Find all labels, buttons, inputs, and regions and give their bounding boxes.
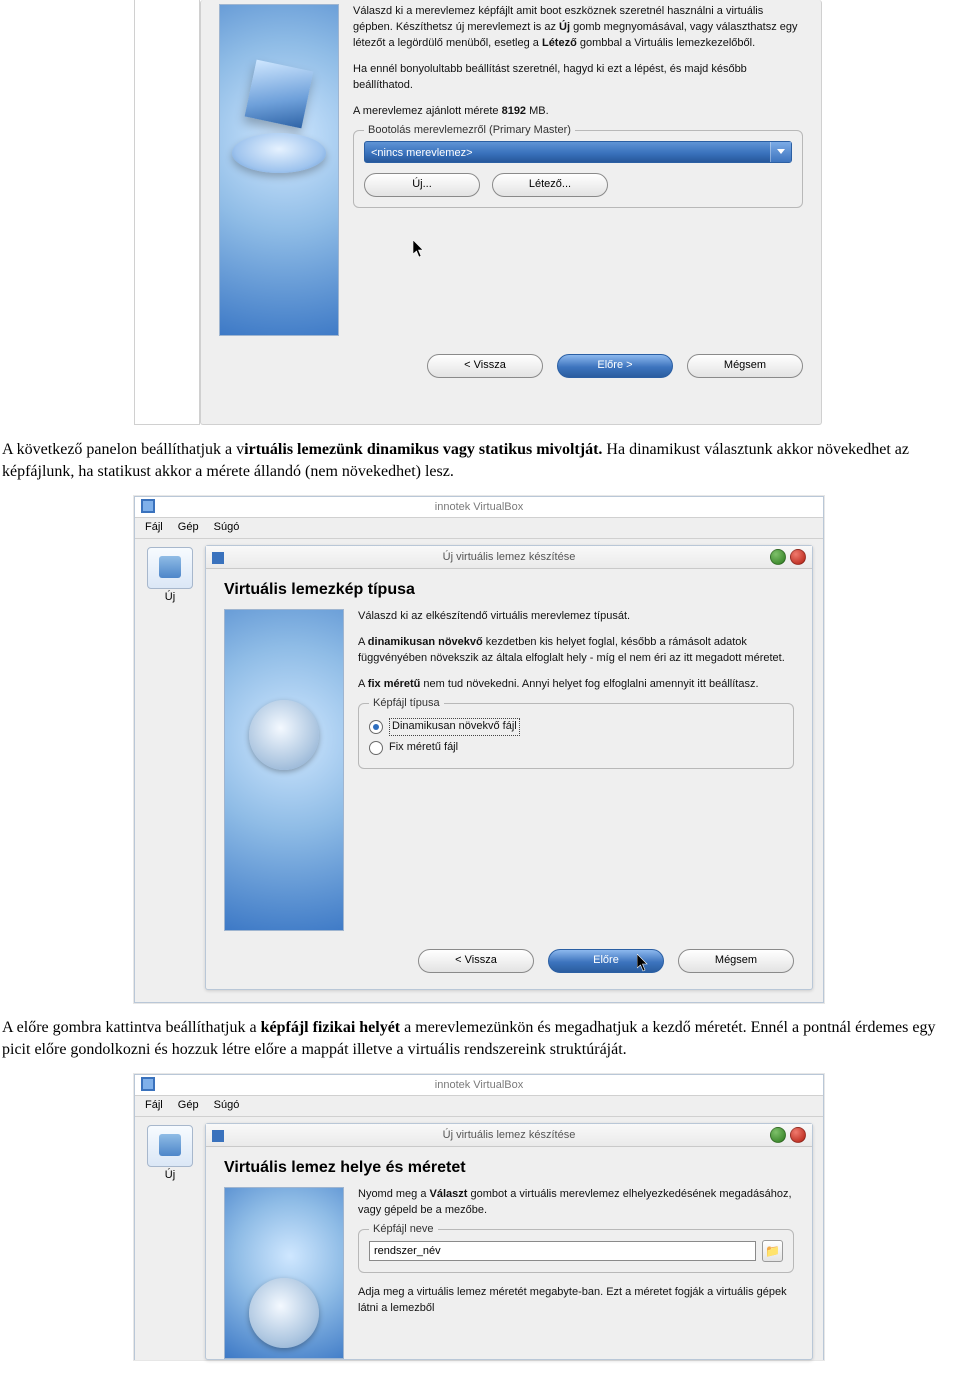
next-button[interactable]: Előre >: [557, 354, 673, 378]
virtualbox-window-3: innotek VirtualBox Fájl Gép Súgó Új Új v…: [134, 1074, 824, 1360]
radio-icon: [369, 741, 383, 755]
dialog3-para1: Nyomd meg a Választ gombot a virtuális m…: [358, 1187, 794, 1219]
groupbox-legend: Bootolás merevlemezről (Primary Master): [364, 123, 575, 139]
dialog-title-text: Új virtuális lemez készítése: [443, 1129, 576, 1141]
app-icon: [141, 499, 155, 513]
menu-file[interactable]: Fájl: [141, 1096, 171, 1111]
dialog-heading: Virtuális lemez helye és méretet: [224, 1159, 794, 1177]
dialog-titlebar: Új virtuális lemez készítése: [206, 1124, 812, 1147]
browse-button[interactable]: 📁: [762, 1240, 783, 1262]
cancel-button[interactable]: Mégsem: [678, 949, 794, 973]
app-title-text: innotek VirtualBox: [435, 501, 523, 513]
image-name-groupbox: Képfájl neve 📁: [358, 1229, 794, 1273]
dialog2-para2: A dinamikusan növekvő kezdetben kis hely…: [358, 635, 794, 667]
dialog3-para2: Adja meg a virtuális lemez méretét megab…: [358, 1285, 794, 1317]
radio-dynamic-label: Dinamikusan növekvő fájl: [389, 718, 520, 736]
dialog-title-icon: [212, 1128, 224, 1140]
dialog1-para3: A merevlemez ajánlott mérete 8192 MB.: [353, 104, 803, 120]
app-icon: [141, 1077, 155, 1091]
radio-dynamic[interactable]: Dinamikusan növekvő fájl: [369, 718, 783, 736]
menu-help[interactable]: Súgó: [210, 518, 248, 533]
menu-machine[interactable]: Gép: [174, 1096, 207, 1111]
back-button[interactable]: < Vissza: [418, 949, 534, 973]
image-name-input[interactable]: [369, 1241, 756, 1261]
radio-icon: [369, 720, 383, 734]
dialog1-para2: Ha ennél bonyolultabb beállítást szeretn…: [353, 62, 803, 94]
virtualbox-window-2: innotek VirtualBox Fájl Gép Súgó Új Új v…: [134, 496, 824, 1003]
dialog1-para1: Válaszd ki a merevlemez képfájlt amit bo…: [353, 4, 803, 52]
folder-icon: 📁: [765, 1243, 780, 1260]
doc-paragraph-2: A előre gombra kattintva beállíthatjuk a…: [0, 1003, 960, 1074]
image-type-groupbox: Képfájl típusa Dinamikusan növekvő fájl …: [358, 703, 794, 769]
combo-value: <nincs merevlemez>: [371, 147, 473, 159]
minimize-icon[interactable]: [770, 1127, 786, 1143]
next-button[interactable]: Előre: [548, 949, 664, 973]
dialog-side-image: [219, 4, 339, 336]
existing-button[interactable]: Létező...: [492, 173, 608, 197]
cancel-button[interactable]: Mégsem: [687, 354, 803, 378]
menu-file[interactable]: Fájl: [141, 518, 171, 533]
minimize-icon[interactable]: [770, 549, 786, 565]
dialog-side-image: [224, 609, 344, 931]
app-titlebar: innotek VirtualBox: [135, 497, 823, 518]
dialog-heading: Virtuális lemezkép típusa: [224, 581, 794, 599]
dialog1-window-partial: Válaszd ki a merevlemez képfájlt amit bo…: [134, 0, 822, 425]
groupbox-legend: Képfájl neve: [369, 1222, 438, 1238]
dialog-side-image: [224, 1187, 344, 1359]
menu-machine[interactable]: Gép: [174, 518, 207, 533]
menubar: Fájl Gép Súgó: [135, 518, 823, 539]
dialog-titlebar: Új virtuális lemez készítése: [206, 546, 812, 569]
dialog2-para3: A fix méretű nem tud növekedni. Annyi he…: [358, 677, 794, 693]
boot-hd-groupbox: Bootolás merevlemezről (Primary Master) …: [353, 130, 803, 208]
wizard-dialog-2: Új virtuális lemez készítése Virtuális l…: [205, 545, 813, 990]
wizard-dialog-3: Új virtuális lemez készítése Virtuális l…: [205, 1123, 813, 1360]
close-icon[interactable]: [790, 1127, 806, 1143]
app-toolbar: Új: [135, 1117, 205, 1181]
groupbox-legend: Képfájl típusa: [369, 696, 444, 712]
toolbar-new-button[interactable]: [147, 1125, 193, 1167]
app-title-text: innotek VirtualBox: [435, 1079, 523, 1091]
radio-fixed[interactable]: Fix méretű fájl: [369, 740, 783, 756]
boot-hd-combo[interactable]: <nincs merevlemez>: [364, 141, 792, 163]
toolbar-new-label: Új: [135, 1169, 205, 1181]
new-button[interactable]: Új...: [364, 173, 480, 197]
cursor-icon: [413, 240, 425, 258]
back-button[interactable]: < Vissza: [427, 354, 543, 378]
doc-paragraph-1: A következő panelon beállíthatjuk a virt…: [0, 425, 960, 496]
dialog-title-icon: [212, 550, 224, 562]
toolbar-new-button[interactable]: [147, 547, 193, 589]
menubar: Fájl Gép Súgó: [135, 1096, 823, 1117]
close-icon[interactable]: [790, 549, 806, 565]
dialog2-para1: Válaszd ki az elkészítendő virtuális mer…: [358, 609, 794, 625]
menu-help[interactable]: Súgó: [210, 1096, 248, 1111]
cursor-icon: [637, 954, 649, 972]
toolbar-new-label: Új: [135, 591, 205, 603]
app-toolbar: Új: [135, 539, 205, 603]
radio-fixed-label: Fix méretű fájl: [389, 740, 458, 756]
app-titlebar: innotek VirtualBox: [135, 1075, 823, 1096]
dialog-title-text: Új virtuális lemez készítése: [443, 551, 576, 563]
